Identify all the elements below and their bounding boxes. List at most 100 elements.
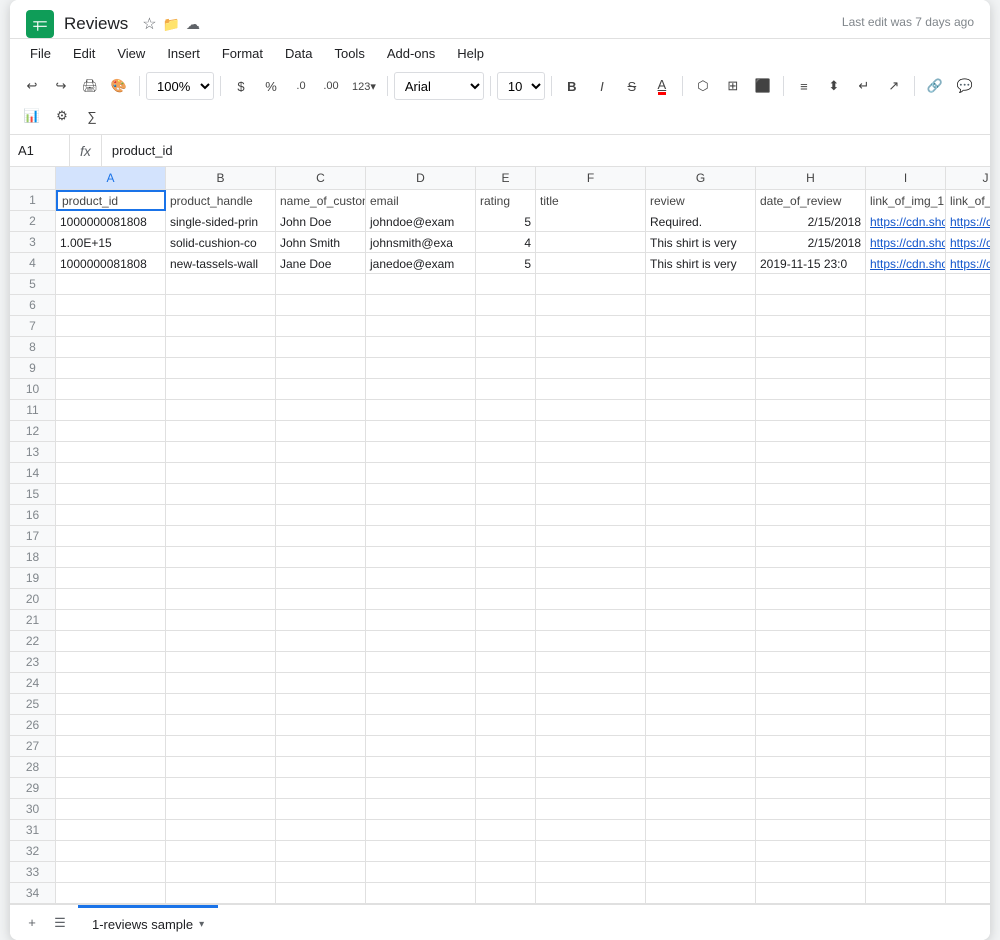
col-header-i[interactable]: I xyxy=(866,167,946,189)
undo-button[interactable]: ↩ xyxy=(18,72,46,100)
cell-J11[interactable] xyxy=(946,400,990,421)
cell-A27[interactable] xyxy=(56,736,166,757)
menu-addons[interactable]: Add-ons xyxy=(377,41,445,66)
cell-C14[interactable] xyxy=(276,463,366,484)
cell-B31[interactable] xyxy=(166,820,276,841)
cell-F22[interactable] xyxy=(536,631,646,652)
cell-G8[interactable] xyxy=(646,337,756,358)
cell-I6[interactable] xyxy=(866,295,946,316)
cell-F10[interactable] xyxy=(536,379,646,400)
cell-G5[interactable] xyxy=(646,274,756,295)
cell-E12[interactable] xyxy=(476,421,536,442)
cell-J14[interactable] xyxy=(946,463,990,484)
col-header-c[interactable]: C xyxy=(276,167,366,189)
cell-B12[interactable] xyxy=(166,421,276,442)
cell-A25[interactable] xyxy=(56,694,166,715)
cell-H30[interactable] xyxy=(756,799,866,820)
cell-E18[interactable] xyxy=(476,547,536,568)
cell-H8[interactable] xyxy=(756,337,866,358)
cell-F16[interactable] xyxy=(536,505,646,526)
cell-C7[interactable] xyxy=(276,316,366,337)
cell-E24[interactable] xyxy=(476,673,536,694)
cell-F17[interactable] xyxy=(536,526,646,547)
menu-help[interactable]: Help xyxy=(447,41,494,66)
cell-D5[interactable] xyxy=(366,274,476,295)
redo-button[interactable]: ↪ xyxy=(47,72,75,100)
cell-A24[interactable] xyxy=(56,673,166,694)
currency-button[interactable]: $ xyxy=(227,72,255,100)
cell-C19[interactable] xyxy=(276,568,366,589)
cell-G27[interactable] xyxy=(646,736,756,757)
col-header-e[interactable]: E xyxy=(476,167,536,189)
cell-H9[interactable] xyxy=(756,358,866,379)
cell-f1[interactable]: title xyxy=(536,190,646,211)
cell-J18[interactable] xyxy=(946,547,990,568)
folder-icon[interactable]: 📁 xyxy=(163,16,180,33)
cell-G15[interactable] xyxy=(646,484,756,505)
cell-F32[interactable] xyxy=(536,841,646,862)
cell-D23[interactable] xyxy=(366,652,476,673)
cell-B28[interactable] xyxy=(166,757,276,778)
cell-B32[interactable] xyxy=(166,841,276,862)
cell-A10[interactable] xyxy=(56,379,166,400)
cell-I27[interactable] xyxy=(866,736,946,757)
cell-J17[interactable] xyxy=(946,526,990,547)
cell-G23[interactable] xyxy=(646,652,756,673)
cell-D12[interactable] xyxy=(366,421,476,442)
cell-E27[interactable] xyxy=(476,736,536,757)
cell-B17[interactable] xyxy=(166,526,276,547)
cell-B33[interactable] xyxy=(166,862,276,883)
cell-D25[interactable] xyxy=(366,694,476,715)
col-header-f[interactable]: F xyxy=(536,167,646,189)
cell-A23[interactable] xyxy=(56,652,166,673)
cell-I31[interactable] xyxy=(866,820,946,841)
cell-A6[interactable] xyxy=(56,295,166,316)
comment-button[interactable]: 💬 xyxy=(951,72,979,100)
cell-D19[interactable] xyxy=(366,568,476,589)
col-header-g[interactable]: G xyxy=(646,167,756,189)
cell-g4[interactable]: This shirt is very xyxy=(646,253,756,274)
link-button[interactable]: 🔗 xyxy=(921,72,949,100)
cell-I16[interactable] xyxy=(866,505,946,526)
cell-F33[interactable] xyxy=(536,862,646,883)
cell-j2[interactable]: https://cdn.shop xyxy=(946,211,990,232)
cell-H7[interactable] xyxy=(756,316,866,337)
cell-j1[interactable]: link_of_img_2 xyxy=(946,190,990,211)
cell-A21[interactable] xyxy=(56,610,166,631)
cell-J28[interactable] xyxy=(946,757,990,778)
cell-D14[interactable] xyxy=(366,463,476,484)
cell-E22[interactable] xyxy=(476,631,536,652)
cell-G33[interactable] xyxy=(646,862,756,883)
cell-E33[interactable] xyxy=(476,862,536,883)
cell-H18[interactable] xyxy=(756,547,866,568)
cell-J5[interactable] xyxy=(946,274,990,295)
cell-H24[interactable] xyxy=(756,673,866,694)
cell-F9[interactable] xyxy=(536,358,646,379)
cell-D30[interactable] xyxy=(366,799,476,820)
cell-A31[interactable] xyxy=(56,820,166,841)
cell-f2[interactable] xyxy=(536,211,646,232)
cell-E28[interactable] xyxy=(476,757,536,778)
cell-b3[interactable]: solid-cushion-co xyxy=(166,232,276,253)
cell-H27[interactable] xyxy=(756,736,866,757)
cell-J12[interactable] xyxy=(946,421,990,442)
cell-I8[interactable] xyxy=(866,337,946,358)
align-button[interactable]: ≡ xyxy=(790,72,818,100)
cell-G29[interactable] xyxy=(646,778,756,799)
cell-E10[interactable] xyxy=(476,379,536,400)
cell-J10[interactable] xyxy=(946,379,990,400)
cell-a1[interactable]: product_id xyxy=(56,190,166,211)
cell-G25[interactable] xyxy=(646,694,756,715)
cell-g2[interactable]: Required. xyxy=(646,211,756,232)
rotate-button[interactable]: ↗ xyxy=(880,72,908,100)
cell-C32[interactable] xyxy=(276,841,366,862)
cell-J23[interactable] xyxy=(946,652,990,673)
cell-H15[interactable] xyxy=(756,484,866,505)
cell-E30[interactable] xyxy=(476,799,536,820)
cell-E5[interactable] xyxy=(476,274,536,295)
cell-A13[interactable] xyxy=(56,442,166,463)
cell-B14[interactable] xyxy=(166,463,276,484)
cell-C28[interactable] xyxy=(276,757,366,778)
cell-G34[interactable] xyxy=(646,883,756,904)
cell-H25[interactable] xyxy=(756,694,866,715)
